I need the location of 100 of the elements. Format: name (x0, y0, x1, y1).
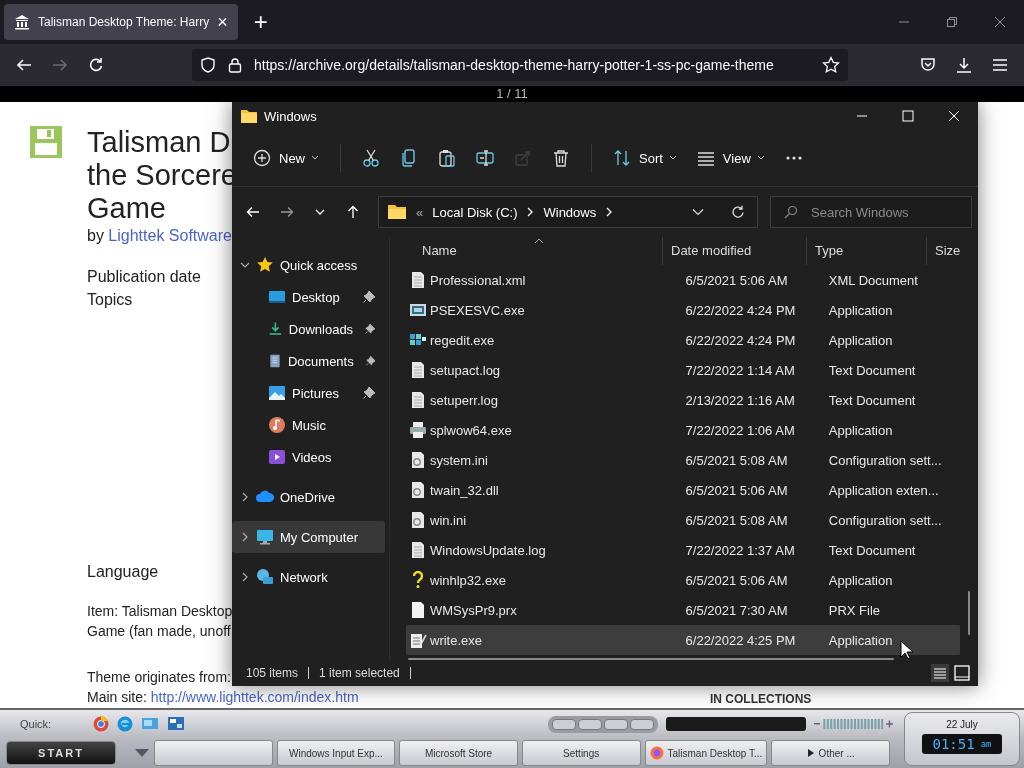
refresh-icon[interactable] (731, 205, 745, 219)
new-tab-button[interactable]: + (253, 8, 268, 36)
file-row[interactable]: Professional.xml 6/5/2021 5:06 AM XML Document (406, 265, 960, 295)
pin-icon[interactable] (363, 291, 375, 303)
sidebar-item[interactable]: Downloads (232, 313, 385, 345)
taskbar-button[interactable]: Windows Input Exp... (276, 740, 396, 766)
shield-icon (200, 57, 216, 73)
file-row[interactable]: system.ini 6/5/2021 5:08 AM Configuration sett... (406, 445, 960, 475)
dropdown-icon[interactable] (692, 208, 704, 216)
chevron-right-icon[interactable] (526, 207, 535, 217)
tiles-view-icon[interactable] (952, 663, 972, 683)
pin-icon[interactable] (363, 387, 375, 399)
metadata-label: Language (87, 563, 159, 581)
column-header[interactable]: Size (927, 237, 961, 265)
videos-icon (268, 448, 286, 466)
taskbar-button[interactable]: Settings (521, 740, 641, 766)
file-row[interactable]: setupact.log 7/22/2022 1:14 AM Text Document (406, 355, 960, 385)
chevron-icon[interactable] (240, 572, 250, 582)
metadata-label: Publication date (87, 267, 201, 287)
taskbar-button[interactable]: Talisman Desktop T... (644, 740, 768, 766)
sidebar-item[interactable]: OneDrive (232, 481, 385, 513)
horizontal-scrollbar[interactable] (408, 658, 894, 660)
forward-icon[interactable] (280, 205, 294, 219)
sort-arrows-icon (613, 149, 631, 167)
sidebar-item[interactable]: My Computer (232, 521, 385, 553)
file-row[interactable]: splwow64.exe 7/22/2022 1:06 AM Application (406, 415, 960, 445)
sidebar-item[interactable]: Quick access (232, 249, 385, 281)
maximize-icon[interactable] (902, 110, 914, 122)
chevron-icon[interactable] (240, 260, 250, 270)
sidebar-item[interactable]: Videos (232, 441, 385, 473)
sidebar-item[interactable]: Documents (232, 345, 385, 377)
author-link[interactable]: Lighttek Software (108, 227, 232, 244)
taskbar-button[interactable]: Other ... (771, 740, 890, 766)
taskbar-button[interactable]: Microsoft Store (399, 740, 518, 766)
details-view-icon[interactable] (930, 663, 950, 683)
chevron-right-icon[interactable] (605, 207, 614, 217)
start-button[interactable]: START (6, 741, 116, 765)
file-row[interactable]: setuperr.log 2/13/2022 1:16 AM Text Document (406, 385, 960, 415)
taskbar-button[interactable] (154, 740, 273, 766)
back-icon[interactable] (16, 57, 32, 73)
browser-tab[interactable]: Talisman Desktop Theme: Harry × (4, 4, 238, 40)
breadcrumb-item[interactable]: Windows (543, 204, 597, 220)
computer-icon (256, 528, 274, 546)
media-button[interactable] (552, 718, 576, 730)
menu-icon[interactable] (992, 57, 1008, 73)
new-button[interactable]: New (246, 143, 326, 173)
address-field[interactable]: « Local Disk (C:) Windows (378, 196, 758, 228)
media-button[interactable] (604, 718, 628, 730)
description-text: Theme originates from: (87, 668, 231, 687)
caret-icon (756, 155, 765, 161)
quick-launch-label: Quick: (20, 718, 52, 730)
search-field[interactable]: Search Windows (770, 196, 972, 228)
file-row[interactable]: WindowsUpdate.log 7/22/2022 1:37 AM Text Document (406, 535, 960, 565)
overflow-chevron[interactable]: « (416, 204, 424, 220)
file-row[interactable]: regedit.exe 6/22/2022 4:24 PM Application (406, 325, 960, 355)
reload-icon[interactable] (88, 57, 104, 73)
file-row[interactable]: WMSysPr9.prx 6/5/2021 7:30 AM PRX File (406, 595, 960, 625)
file-row[interactable]: write.exe 6/22/2022 4:25 PM Application (406, 625, 960, 655)
file-row[interactable]: PSEXESVC.exe 6/22/2022 4:24 PM Application (406, 295, 960, 325)
column-header[interactable]: Name (390, 237, 663, 265)
close-tab-button[interactable]: × (217, 11, 228, 33)
up-arrow-icon[interactable] (346, 205, 360, 219)
site-link[interactable]: http://www.lighttek.com/index.htm (150, 689, 359, 705)
lock-icon (228, 57, 242, 73)
edge-icon[interactable] (117, 716, 134, 732)
vertical-scrollbar[interactable] (968, 591, 970, 635)
download-icon[interactable] (956, 57, 972, 73)
file-row[interactable]: winhlp32.exe 6/5/2021 5:06 AM Application (406, 565, 960, 595)
file-row[interactable]: win.ini 6/5/2021 5:08 AM Configuration sett... (406, 505, 960, 535)
sidebar-item[interactable]: Desktop (232, 281, 385, 313)
bookmark-star-icon[interactable] (822, 56, 840, 74)
media-button[interactable] (578, 718, 602, 730)
restore-icon[interactable] (946, 16, 958, 28)
file-row[interactable]: twain_32.dll 6/5/2021 5:06 AM Application exten... (406, 475, 960, 505)
view-button[interactable]: View (689, 143, 772, 173)
chevron-icon[interactable] (240, 492, 250, 502)
forward-icon[interactable] (52, 57, 68, 73)
sidebar-item[interactable]: Pictures (232, 377, 385, 409)
desktop-icon (268, 288, 286, 306)
back-icon[interactable] (246, 205, 260, 219)
caret-icon (668, 155, 677, 161)
plus-circle-icon (253, 149, 271, 167)
sidebar-item[interactable]: Music (232, 409, 385, 441)
file-settings-icon (409, 511, 427, 529)
volume-slider-drawing[interactable] (814, 718, 894, 730)
firefox-icon (649, 746, 664, 760)
address-bar[interactable]: https://archive.org/details/talisman-desktop-theme-harry-potter-1-ss-pc-game-theme (192, 49, 848, 81)
pocket-icon[interactable] (920, 57, 936, 73)
pin-icon[interactable] (365, 323, 375, 335)
column-header[interactable]: Type (807, 237, 927, 265)
column-header[interactable]: Date modified (663, 237, 807, 265)
windows-icon[interactable] (167, 716, 186, 732)
pin-icon[interactable] (365, 355, 375, 367)
sidebar-item[interactable]: Network (232, 561, 385, 593)
browser-icon[interactable] (93, 716, 110, 732)
chevron-icon[interactable] (240, 532, 250, 542)
media-button[interactable] (630, 718, 654, 730)
sort-button[interactable]: Sort (606, 143, 684, 173)
scissors-icon (362, 149, 380, 167)
breadcrumb-item[interactable]: Local Disk (C:) (432, 204, 518, 220)
